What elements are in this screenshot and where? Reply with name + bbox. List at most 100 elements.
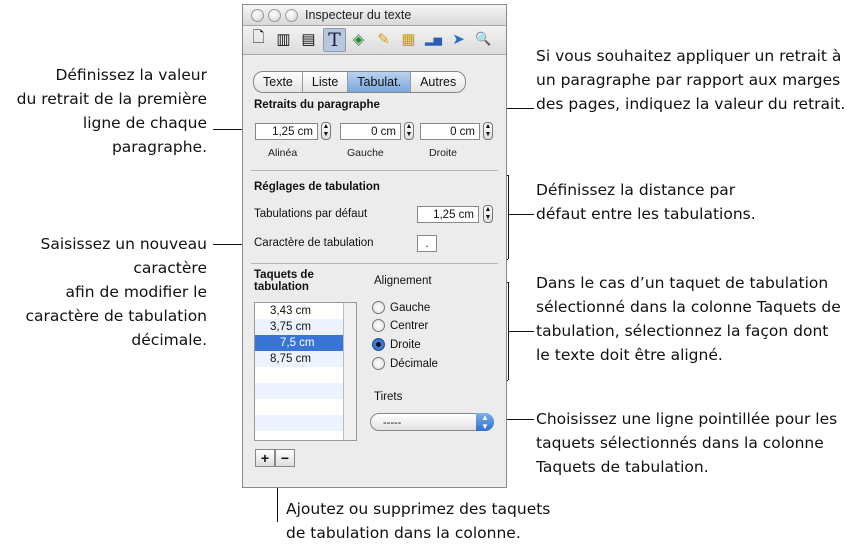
callout-line: un paragraphe par rapport aux marges	[536, 71, 841, 89]
callout-line: le texte doit être aligné.	[536, 346, 723, 364]
callout-line: Définissez la distance par	[536, 181, 736, 199]
layout-icon[interactable]: ▥	[273, 28, 294, 50]
default-tabs-field[interactable]: 1,25 cm	[417, 206, 479, 223]
right-indent-label: Droite	[429, 147, 458, 159]
document-icon[interactable]: 🗋	[248, 28, 269, 50]
alignment-heading: Alignement	[374, 275, 432, 287]
chart-icon[interactable]: ▂▅	[423, 28, 444, 50]
left-indent-label: Gauche	[347, 147, 384, 159]
callout-line: Définissez la valeur	[55, 66, 207, 84]
callout-line: caractère de tabulation	[25, 307, 207, 325]
tab-character-field[interactable]: .	[417, 235, 437, 252]
callout-first-indent: Définissez la valeur du retrait de la pr…	[17, 63, 207, 159]
tab-stops-heading: Taquets de tabulation	[254, 269, 314, 293]
add-tab-stop-button[interactable]: +	[255, 449, 275, 467]
text-inspector-window: Inspecteur du texte 🗋 ▥ ▤ T ◈ ✎ ▦ ▂▅ ➤ 🔍…	[242, 4, 507, 488]
first-line-indent-label: Alinéa	[268, 147, 298, 159]
list-item[interactable]: 7,5 cm	[255, 335, 356, 351]
quicktime-icon[interactable]: 🔍	[473, 28, 494, 50]
leader-line	[508, 214, 534, 215]
right-indent-field[interactable]: 0 cm	[420, 123, 480, 140]
list-item[interactable]: 3,43 cm	[255, 303, 356, 319]
callout-line: décimale.	[131, 331, 207, 349]
radio-centrer[interactable]: Centrer	[372, 319, 428, 332]
list-item	[255, 399, 356, 415]
callout-left-right-indent: Si vous souhaitez appliquer un retrait à…	[536, 44, 845, 116]
close-button[interactable]	[251, 9, 264, 22]
radio-circle[interactable]	[372, 319, 385, 332]
radio-label: Décimale	[390, 357, 438, 370]
minimize-button[interactable]	[268, 9, 281, 22]
callout-line: paragraphe.	[111, 138, 207, 156]
first-line-indent-stepper[interactable]: ▲ ▼	[321, 122, 331, 140]
tab-settings-heading: Réglages de tabulation	[254, 181, 380, 193]
radio-decimale[interactable]: Décimale	[372, 357, 438, 370]
leader-line	[508, 175, 509, 259]
callout-add-remove: Ajoutez ou supprimez des taquets de tabu…	[286, 497, 550, 545]
link-icon[interactable]: ➤	[448, 28, 469, 50]
left-indent-field[interactable]: 0 cm	[340, 123, 401, 140]
list-item[interactable]: 3,75 cm	[255, 319, 356, 335]
table-icon[interactable]: ▦	[398, 28, 419, 50]
callout-alignment: Dans le cas d’un taquet de tabulation sé…	[536, 271, 841, 367]
tab-stops-scrollbar[interactable]	[343, 303, 356, 440]
zoom-button[interactable]	[285, 9, 298, 22]
tab-tabulat[interactable]: Tabulat.	[348, 72, 412, 92]
leader-value: -----	[383, 417, 402, 429]
radio-gauche[interactable]: Gauche	[372, 301, 430, 314]
graphic-icon[interactable]: ◈	[348, 28, 369, 50]
radio-circle[interactable]	[372, 357, 385, 370]
divider	[251, 263, 498, 264]
radio-label: Centrer	[390, 319, 429, 332]
right-indent-stepper[interactable]: ▲ ▼	[483, 122, 493, 140]
default-tabs-stepper[interactable]: ▲ ▼	[483, 205, 493, 223]
callout-line: Ajoutez ou supprimez des taquets	[286, 500, 551, 518]
callout-line: taquets sélectionnés dans la colonne	[536, 434, 824, 452]
leader-label: Tirets	[374, 391, 403, 403]
leader-popup[interactable]: ----- ▲ ▼	[370, 413, 494, 431]
tab-stops-list[interactable]: 3,43 cm 3,75 cm 7,5 cm 8,75 cm	[254, 302, 357, 441]
callout-line: afin de modifier le	[65, 283, 207, 301]
callout-line: de tabulation dans la colonne.	[286, 524, 521, 542]
radio-droite[interactable]: Droite	[372, 338, 421, 351]
tab-texte[interactable]: Texte	[254, 72, 303, 92]
callout-line: défaut entre les tabulations.	[536, 205, 756, 223]
window-title: Inspecteur du texte	[305, 8, 412, 22]
default-tabs-label: Tabulations par défaut	[254, 208, 368, 220]
callout-line: des pages, indiquez la valeur du retrait…	[536, 95, 846, 113]
inspector-toolbar: 🗋 ▥ ▤ T ◈ ✎ ▦ ▂▅ ➤ 🔍	[243, 26, 506, 55]
wrap-icon[interactable]: ▤	[298, 28, 319, 50]
radio-circle-selected[interactable]	[372, 338, 385, 351]
metrics-icon[interactable]: ✎	[373, 28, 394, 50]
callout-line: caractère	[133, 259, 207, 277]
left-indent-stepper[interactable]: ▲ ▼	[404, 122, 414, 140]
text-icon[interactable]: T	[323, 28, 346, 52]
inspector-tabs: Texte Liste Tabulat. Autres	[253, 71, 467, 93]
list-item	[255, 383, 356, 399]
tab-liste[interactable]: Liste	[303, 72, 349, 92]
radio-label: Droite	[390, 338, 421, 351]
callout-leader: Choisissez une ligne pointillée pour les…	[536, 407, 837, 479]
callout-line: Taquets de tabulation.	[536, 458, 709, 476]
callout-line: Choisissez une ligne pointillée pour les	[536, 410, 838, 428]
callout-tab-character: Saisissez un nouveau caractère afin de m…	[25, 232, 207, 352]
callout-default-tabs: Définissez la distance par défaut entre …	[536, 178, 756, 226]
divider	[251, 170, 498, 171]
chevron-up-down-icon[interactable]: ▲ ▼	[476, 413, 494, 431]
tab-autres[interactable]: Autres	[411, 72, 465, 92]
indents-heading: Retraits du paragraphe	[254, 99, 380, 111]
leader-line	[277, 484, 278, 522]
title-bar[interactable]: Inspecteur du texte	[243, 5, 506, 26]
callout-line: sélectionné dans la colonne Taquets de	[536, 298, 841, 316]
list-item	[255, 415, 356, 431]
tab-stops-heading-line: Taquets de	[254, 269, 314, 281]
tab-character-label: Caractère de tabulation	[254, 237, 374, 249]
tab-stops-heading-line: tabulation	[254, 281, 309, 293]
first-line-indent-field[interactable]: 1,25 cm	[255, 123, 318, 140]
radio-circle[interactable]	[372, 301, 385, 314]
remove-tab-stop-button[interactable]: −	[275, 449, 295, 467]
callout-line: du retrait de la première	[16, 90, 207, 108]
callout-line: tabulation, sélectionnez la façon dont	[536, 322, 829, 340]
list-item[interactable]: 8,75 cm	[255, 351, 356, 367]
radio-label: Gauche	[390, 301, 431, 314]
